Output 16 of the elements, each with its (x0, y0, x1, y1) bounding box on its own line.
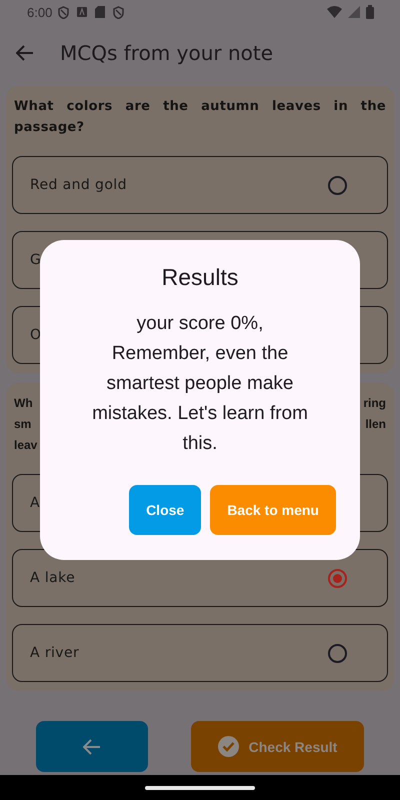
option-label: Red and gold (30, 177, 127, 193)
option-label: A (30, 495, 40, 511)
option-label: A lake (30, 570, 76, 586)
option-label: O (30, 327, 42, 343)
question-text: leav (14, 437, 38, 454)
screen-title: MCQs from your note (60, 41, 274, 65)
status-time: 6:00 (27, 4, 52, 20)
option-label: G (30, 252, 42, 268)
dialog-title: Results (162, 264, 238, 291)
question-text: sm (14, 416, 32, 433)
question-text: What colors are the autumn leaves in the passage? (14, 98, 386, 137)
question-text: Wh (14, 395, 33, 412)
dialog-message: your score 0%, Remember, even the smartest people make mistakes. Let's learn from this. (91, 312, 309, 456)
option-label: A river (30, 645, 80, 661)
question-text: ring (363, 395, 386, 412)
question-text: llen (365, 416, 386, 433)
